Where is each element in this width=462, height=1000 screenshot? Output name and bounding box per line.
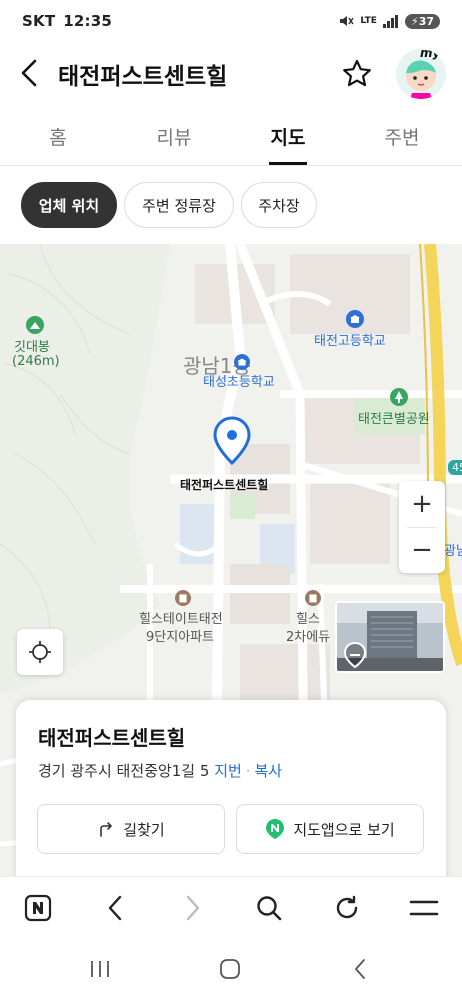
copy-address-button[interactable]: 복사 — [255, 762, 283, 780]
tab-reviews[interactable]: 리뷰 — [134, 106, 214, 166]
place-name: 태전퍼스트센트힐 — [38, 726, 186, 750]
chip-business-location[interactable]: 업체 위치 — [21, 182, 117, 228]
avatar-my-label: my — [420, 49, 441, 60]
mute-icon — [340, 16, 355, 26]
browser-search-button[interactable] — [249, 888, 289, 928]
map-label-high-school: 태전고등학교 — [314, 334, 386, 349]
browser-menu-button[interactable] — [404, 888, 444, 928]
recent-apps-button[interactable] — [80, 952, 120, 986]
map-label-mountain: 깃대봉 — [14, 340, 50, 355]
tab-bar: 홈 리뷰 지도 주변 — [0, 106, 462, 166]
browser-back-button[interactable] — [95, 888, 135, 928]
back-icon — [355, 959, 365, 979]
map-label-park: 태전큰별공원 — [358, 412, 430, 427]
place-info-card: 태전퍼스트센트힐 경기 광주시 태전중앙1길 5 지번 · 복사 길찾기 지도앱으로… — [16, 700, 446, 890]
directions-button[interactable]: 길찾기 — [37, 804, 225, 854]
system-navigation-bar — [0, 938, 462, 1000]
school-icon — [346, 310, 364, 328]
avatar[interactable]: my — [396, 49, 446, 99]
map-filter-chips: 업체 위치 주변 정류장 주차장 — [0, 166, 462, 244]
star-icon — [343, 59, 371, 87]
system-back-button[interactable] — [340, 952, 380, 986]
open-map-app-label: 지도앱으로 보기 — [293, 820, 395, 839]
park-icon — [390, 388, 408, 406]
favorite-button[interactable] — [339, 56, 375, 92]
crosshair-icon — [29, 641, 51, 663]
browser-forward-button[interactable] — [173, 888, 213, 928]
place-header: 태전퍼스트센트힐 my — [0, 42, 462, 104]
place-address: 경기 광주시 태전중앙1길 5 — [38, 762, 210, 780]
map-label-apartment-2-line2: 2차에듀 — [286, 630, 331, 645]
home-button[interactable] — [210, 952, 250, 986]
road-number-badge: 45 — [448, 460, 462, 475]
street-view-thumbnail[interactable] — [335, 601, 445, 673]
battery-level: 37 — [418, 14, 434, 28]
place-address-row: 경기 광주시 태전중앙1길 5 지번 · 복사 — [38, 760, 282, 781]
signal-icon — [382, 14, 398, 28]
recent-apps-icon — [91, 961, 109, 977]
map-label-apartment-1-line2: 9단지아파트 — [146, 630, 215, 645]
network-label: LTE — [360, 16, 377, 26]
forward-icon — [186, 895, 200, 921]
tab-home[interactable]: 홈 — [18, 106, 98, 166]
zoom-out-button[interactable]: − — [399, 527, 445, 573]
clock: 12:35 — [63, 12, 113, 30]
chevron-left-icon — [21, 59, 37, 87]
apartment-icon — [175, 590, 191, 606]
tab-active-indicator — [269, 162, 307, 165]
chip-nearby-bus-stops[interactable]: 주변 정류장 — [124, 182, 234, 228]
menu-icon — [409, 900, 439, 916]
map-label-apartment-2-line1: 힐스 — [296, 612, 320, 627]
directions-label: 길찾기 — [123, 820, 165, 839]
status-bar: SKT 12:35 LTE ⚡37 — [0, 0, 462, 42]
tab-nearby[interactable]: 주변 — [362, 106, 442, 166]
separator-dot: · — [245, 762, 251, 780]
address-type-toggle[interactable]: 지번 — [214, 762, 242, 780]
map-label-elementary: 태성초등학교 — [203, 375, 275, 390]
back-button[interactable] — [14, 56, 44, 90]
turn-arrow-icon — [100, 822, 113, 837]
mountain-icon — [26, 316, 44, 334]
zoom-controls: + − — [399, 481, 445, 573]
naver-home-button[interactable] — [18, 888, 58, 928]
search-icon — [257, 896, 282, 921]
back-icon — [108, 895, 122, 921]
refresh-icon — [336, 895, 358, 919]
map-label-mountain-height: (246m) — [12, 354, 60, 369]
map-marker-label: 태전퍼스트센트힐 — [180, 478, 269, 492]
map-label-edge: 광남 — [444, 544, 462, 559]
current-location-button[interactable] — [17, 629, 63, 675]
open-map-app-button[interactable]: 지도앱으로 보기 — [236, 804, 424, 854]
zoom-in-button[interactable]: + — [399, 481, 445, 527]
browser-refresh-button[interactable] — [327, 888, 367, 928]
chip-parking[interactable]: 주차장 — [241, 182, 317, 228]
carrier-label: SKT — [22, 12, 56, 30]
school-icon-elementary — [234, 354, 250, 370]
tab-map[interactable]: 지도 — [248, 106, 328, 166]
naver-map-icon — [266, 819, 285, 839]
apartment-icon-2 — [305, 590, 321, 606]
map-label-apartment-1-line1: 힐스테이트태전 — [139, 612, 223, 627]
browser-toolbar — [0, 876, 462, 938]
location-marker-icon — [213, 416, 251, 466]
battery-indicator: ⚡37 — [404, 13, 440, 29]
home-icon — [220, 959, 240, 979]
naver-home-icon — [24, 894, 52, 922]
street-view-pin-icon — [343, 641, 367, 669]
page-title: 태전퍼스트센트힐 — [58, 64, 228, 90]
